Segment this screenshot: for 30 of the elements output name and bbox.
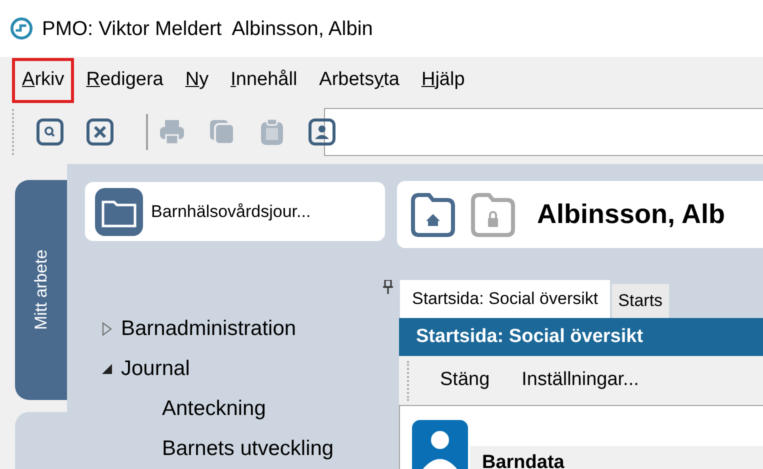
- home-folder-button[interactable]: [409, 190, 457, 238]
- patient-name: Albinsson, Alb: [537, 198, 725, 232]
- folder-icon: [95, 188, 143, 236]
- journal-card[interactable]: Barnhälsovårdsjour...: [85, 182, 385, 241]
- side-tab[interactable]: Mitt arbete: [15, 180, 67, 400]
- section-title: Barndata: [482, 451, 566, 469]
- pin-icon[interactable]: [383, 280, 393, 294]
- tab[interactable]: Startsida: Social översikt: [400, 280, 610, 318]
- address-field[interactable]: [324, 108, 763, 156]
- menu-item[interactable]: Ny: [175, 58, 219, 103]
- person-card-icon[interactable]: [308, 118, 336, 146]
- app-logo-icon: [10, 17, 33, 40]
- menu-item[interactable]: Innehåll: [220, 58, 308, 103]
- menu-item[interactable]: Redigera: [76, 58, 174, 103]
- tree-item[interactable]: Journal: [121, 353, 190, 385]
- menu-item[interactable]: Arbetsyta: [309, 58, 410, 103]
- tree-item[interactable]: Barnadministration: [121, 313, 296, 345]
- tree-item[interactable]: Anteckning: [162, 393, 266, 425]
- tab[interactable]: Starts: [612, 284, 669, 318]
- menu-item[interactable]: Hjälp: [411, 58, 475, 103]
- panel-title: Startsida: Social översikt: [399, 318, 763, 356]
- search-icon[interactable]: [36, 118, 64, 146]
- collapse-arrow-icon[interactable]: [101, 362, 115, 376]
- journal-card-label: Barnhälsovårdsjour...: [151, 200, 311, 223]
- tree-item[interactable]: Barnets utveckling: [162, 433, 334, 465]
- menu-item[interactable]: Arkiv: [12, 58, 74, 103]
- toolbar-button[interactable]: Stäng: [440, 366, 490, 395]
- window-title: PMO: Viktor Meldert Albinsson, Albin: [42, 16, 373, 42]
- close-icon[interactable]: [86, 118, 114, 146]
- toolbar-button[interactable]: Inställningar...: [522, 366, 639, 395]
